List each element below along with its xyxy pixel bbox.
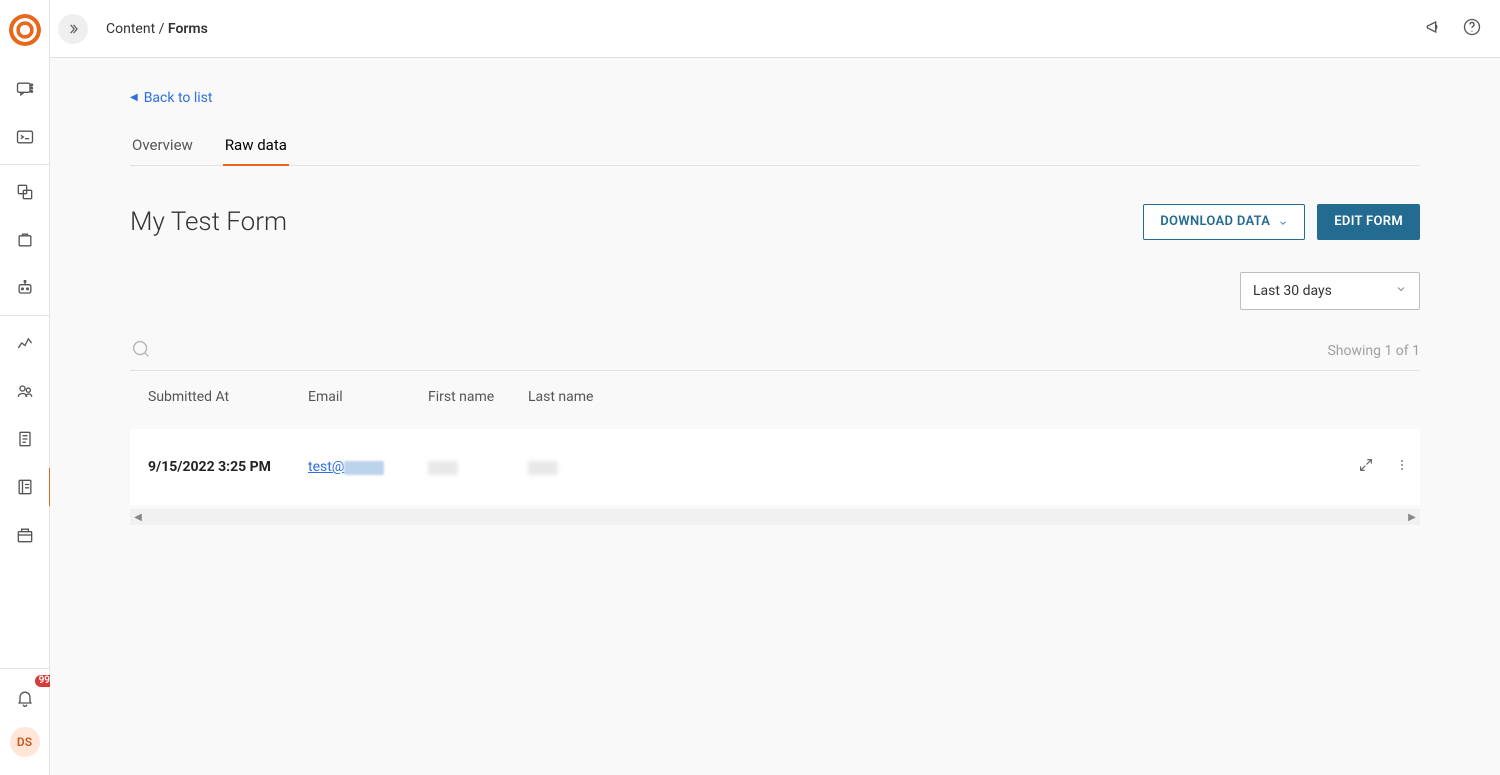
nav-analytics[interactable]: [0, 328, 50, 358]
date-range-select[interactable]: Last 30 days: [1240, 272, 1420, 310]
cell-first-name: [410, 429, 510, 505]
page-title: My Test Form: [130, 207, 287, 237]
cell-email: test@: [290, 429, 410, 505]
scroll-left-icon[interactable]: ◀: [130, 509, 146, 525]
topbar: Content / Forms: [50, 0, 1500, 58]
sidebar: 99+ DS: [0, 0, 50, 775]
nav-products[interactable]: [0, 225, 50, 255]
tab-overview[interactable]: Overview: [130, 128, 195, 165]
column-submitted-at[interactable]: Submitted At: [130, 371, 290, 429]
nav-commerce[interactable]: [0, 520, 50, 550]
breadcrumb-parent[interactable]: Content: [106, 21, 155, 37]
nav-audience[interactable]: [0, 376, 50, 406]
chevron-left-icon: ◀: [130, 92, 138, 103]
column-last-name[interactable]: Last name: [510, 371, 1330, 429]
nav-forms[interactable]: [0, 472, 50, 502]
nav-library[interactable]: [0, 424, 50, 454]
nav-conversations[interactable]: [0, 74, 50, 104]
submissions-table: Submitted At Email First name Last name …: [130, 371, 1420, 505]
app-logo: [9, 14, 41, 46]
nav-console[interactable]: [0, 122, 50, 152]
notifications-button[interactable]: 99+: [0, 683, 50, 713]
download-data-button[interactable]: DOWNLOAD DATA: [1143, 204, 1305, 240]
nav-campaigns[interactable]: [0, 177, 50, 207]
chevron-down-icon: [1395, 283, 1407, 299]
breadcrumb-current: Forms: [168, 21, 208, 37]
back-to-list-link[interactable]: ◀ Back to list: [130, 90, 212, 106]
announcements-icon[interactable]: [1424, 17, 1444, 41]
search-icon[interactable]: [130, 338, 152, 364]
cell-last-name: [510, 429, 1330, 505]
row-menu-icon[interactable]: [1394, 457, 1410, 477]
horizontal-scrollbar[interactable]: ◀ ▶: [130, 509, 1420, 525]
tab-raw-data[interactable]: Raw data: [223, 128, 289, 166]
user-avatar[interactable]: DS: [10, 727, 40, 757]
results-count: Showing 1 of 1: [1327, 343, 1420, 359]
edit-form-button[interactable]: EDIT FORM: [1317, 204, 1420, 240]
breadcrumb: Content / Forms: [106, 21, 208, 37]
expand-sidebar-button[interactable]: [58, 14, 88, 44]
expand-row-icon[interactable]: [1358, 457, 1374, 477]
main-content: ◀ Back to list Overview Raw data My Test…: [50, 58, 1500, 775]
help-icon[interactable]: [1462, 17, 1482, 41]
cell-submitted-at: 9/15/2022 3:25 PM: [130, 429, 290, 505]
chevron-down-icon: [1278, 217, 1288, 227]
scroll-right-icon[interactable]: ▶: [1404, 509, 1420, 525]
column-first-name[interactable]: First name: [410, 371, 510, 429]
tabs: Overview Raw data: [130, 128, 1420, 166]
table-row[interactable]: 9/15/2022 3:25 PM test@: [130, 429, 1420, 505]
column-email[interactable]: Email: [290, 371, 410, 429]
email-link[interactable]: test@: [308, 459, 384, 475]
nav-bots[interactable]: [0, 273, 50, 303]
